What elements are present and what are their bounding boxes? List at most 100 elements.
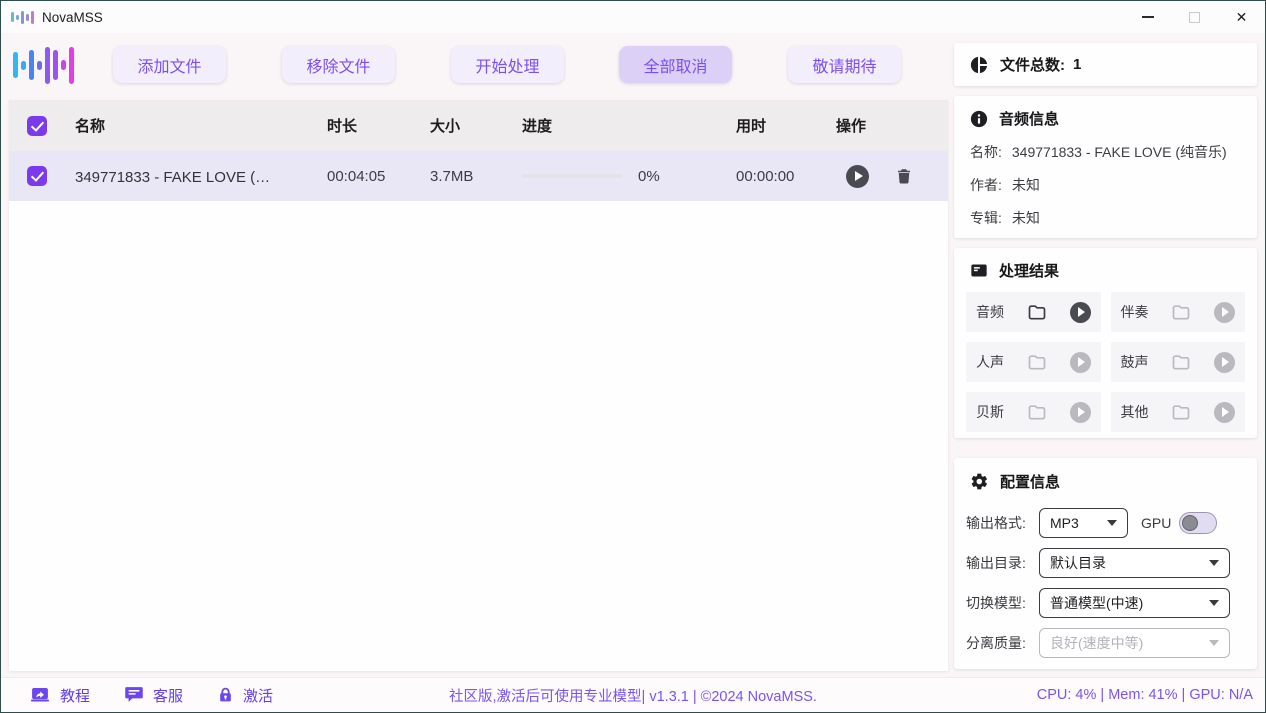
tutorial-link[interactable]: 教程 [29, 685, 90, 706]
header-progress: 进度 [514, 115, 728, 136]
model-label: 切换模型: [966, 593, 1039, 613]
chevron-down-icon [1107, 520, 1117, 526]
progress-percent: 0% [638, 168, 660, 185]
table-header-row: 名称 时长 大小 进度 用时 操作 [9, 100, 948, 151]
play-result-icon[interactable] [1214, 402, 1235, 423]
file-count-label: 文件总数: [1000, 54, 1065, 75]
toggle-knob [1182, 515, 1198, 531]
table-row[interactable]: 349771833 - FAKE LOVE (纯音乐) 00:04:05 3.7… [9, 151, 948, 201]
gear-icon [970, 472, 989, 491]
support-link[interactable]: 客服 [124, 685, 183, 706]
lock-icon [217, 685, 234, 705]
model-value: 普通模型(中速) [1050, 593, 1143, 613]
file-name: 349771833 - FAKE LOVE (纯音乐) [67, 166, 285, 187]
open-folder-icon[interactable] [1025, 402, 1049, 422]
open-folder-icon[interactable] [1025, 302, 1049, 322]
app-logo-small-icon [11, 9, 34, 25]
play-result-icon[interactable] [1214, 352, 1235, 373]
result-label: 其他 [1121, 402, 1149, 422]
add-files-button[interactable]: 添加文件 [113, 46, 226, 83]
file-table: 名称 时长 大小 进度 用时 操作 349771833 - FAKE LOVE … [9, 100, 948, 671]
result-tile-other: 其他 [1111, 392, 1246, 432]
play-result-icon[interactable] [1070, 402, 1091, 423]
info-icon [970, 110, 988, 128]
output-dir-value: 默认目录 [1050, 553, 1106, 573]
audio-name-label: 名称: [970, 142, 1002, 162]
file-count-card: 文件总数: 1 [954, 43, 1257, 86]
file-duration: 00:04:05 [319, 168, 422, 185]
file-elapsed: 00:00:00 [728, 168, 828, 185]
model-select[interactable]: 普通模型(中速) [1039, 588, 1230, 618]
result-tile-vocals: 人声 [966, 342, 1101, 382]
header-size: 大小 [422, 115, 514, 136]
cancel-all-button[interactable]: 全部取消 [619, 46, 732, 83]
play-result-icon[interactable] [1070, 302, 1091, 323]
audio-name-value: 349771833 - FAKE LOVE (纯音乐) [1012, 142, 1227, 162]
audio-info-card: 音频信息 名称: 349771833 - FAKE LOVE (纯音乐) 作者: 未… [954, 96, 1257, 238]
play-result-icon[interactable] [1214, 302, 1235, 323]
maximize-button[interactable] [1171, 1, 1218, 33]
open-folder-icon[interactable] [1169, 402, 1193, 422]
output-dir-label: 输出目录: [966, 553, 1039, 573]
delete-file-button[interactable] [895, 166, 913, 186]
result-tile-accompaniment: 伴奏 [1111, 292, 1246, 332]
header-elapsed: 用时 [728, 115, 828, 136]
app-window: NovaMSS ✕ 添加文件 移除文件 开始处理 全部取消 敬请期待 名称 时长… [0, 0, 1266, 713]
config-card: 配置信息 输出格式: MP3 GPU 输出目录: 默认目录 切换模型: [954, 458, 1257, 669]
chevron-down-icon [1209, 600, 1219, 606]
open-folder-icon[interactable] [1169, 352, 1193, 372]
open-folder-icon[interactable] [1169, 302, 1193, 322]
remove-files-button[interactable]: 移除文件 [282, 46, 395, 83]
config-title: 配置信息 [1000, 471, 1060, 492]
results-card: 处理结果 音频 伴奏 人声 鼓声 [954, 248, 1257, 438]
play-result-icon[interactable] [1070, 352, 1091, 373]
result-label: 鼓声 [1121, 352, 1149, 372]
audio-album-label: 专辑: [970, 208, 1002, 228]
gpu-toggle[interactable] [1179, 512, 1217, 534]
chat-icon [124, 685, 144, 705]
row-checkbox[interactable] [27, 166, 47, 186]
tutorial-icon [29, 686, 51, 705]
statusbar: 社区版,激活后可使用专业模型| v1.3.1 | ©2024 NovaMSS. … [1, 677, 1265, 712]
titlebar: NovaMSS ✕ [1, 1, 1265, 33]
output-format-select[interactable]: MP3 [1039, 508, 1128, 538]
minimize-icon [1142, 16, 1154, 18]
coming-soon-button[interactable]: 敬请期待 [788, 46, 901, 83]
gpu-label: GPU [1141, 515, 1171, 531]
quality-select: 良好(速度中等) [1039, 628, 1230, 658]
open-folder-icon[interactable] [1025, 352, 1049, 372]
app-title: NovaMSS [42, 10, 103, 25]
system-stats: CPU: 4% | Mem: 41% | GPU: N/A [1037, 687, 1265, 703]
results-grid: 音频 伴奏 人声 鼓声 [966, 292, 1245, 432]
results-title: 处理结果 [999, 260, 1059, 281]
minimize-button[interactable] [1124, 1, 1171, 33]
pie-chart-icon [970, 56, 988, 74]
header-duration: 时长 [319, 115, 422, 136]
close-button[interactable]: ✕ [1218, 1, 1265, 33]
window-controls: ✕ [1124, 1, 1265, 33]
chevron-down-icon [1209, 560, 1219, 566]
quality-value: 良好(速度中等) [1050, 633, 1143, 653]
output-format-label: 输出格式: [966, 513, 1039, 533]
close-icon: ✕ [1236, 10, 1248, 24]
file-size: 3.7MB [422, 168, 514, 185]
header-name: 名称 [67, 115, 319, 136]
output-format-value: MP3 [1050, 515, 1079, 531]
waveform-logo-icon [13, 43, 74, 87]
header-actions: 操作 [828, 115, 948, 136]
select-all-checkbox[interactable] [27, 116, 47, 136]
maximize-icon [1189, 12, 1200, 23]
output-dir-select[interactable]: 默认目录 [1039, 548, 1230, 578]
quality-label: 分离质量: [966, 633, 1039, 653]
result-tile-bass: 贝斯 [966, 392, 1101, 432]
audio-info-title: 音频信息 [999, 108, 1059, 129]
audio-artist-value: 未知 [1012, 175, 1040, 195]
start-processing-button[interactable]: 开始处理 [451, 46, 564, 83]
audio-album-value: 未知 [1012, 208, 1040, 228]
result-tile-audio: 音频 [966, 292, 1101, 332]
progress-bar [522, 174, 622, 178]
play-file-button[interactable] [846, 165, 869, 188]
audio-artist-label: 作者: [970, 175, 1002, 195]
activate-link[interactable]: 激活 [217, 685, 273, 706]
card-list-icon [970, 262, 988, 279]
